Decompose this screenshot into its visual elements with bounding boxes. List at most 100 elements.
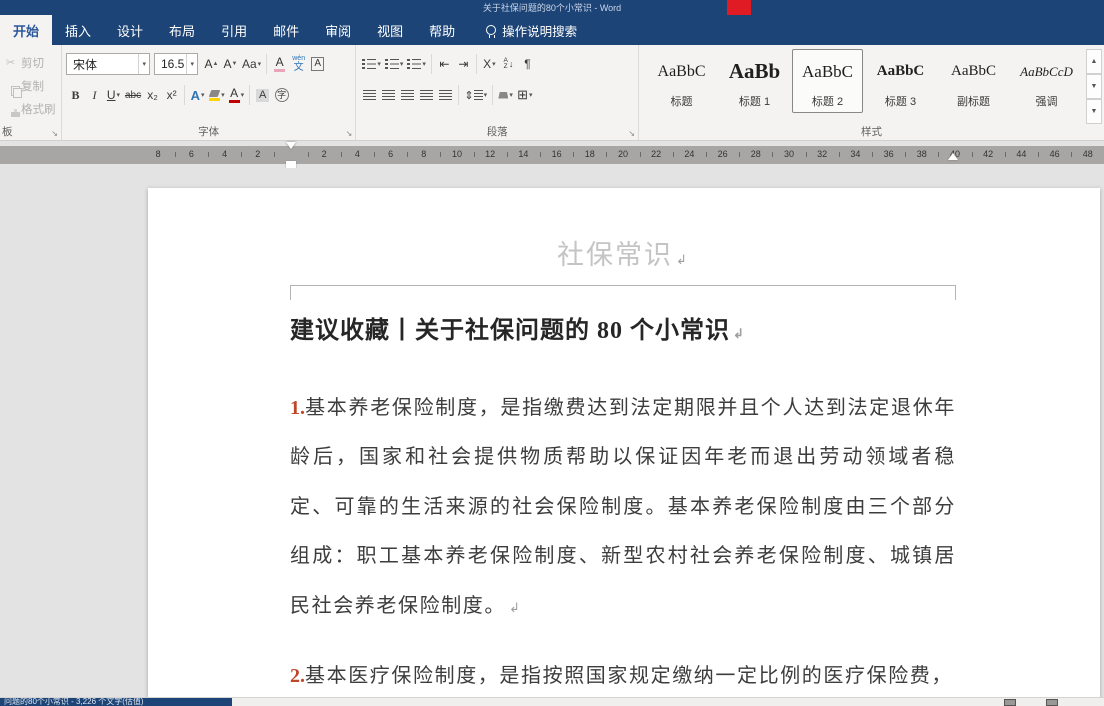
ruler-number: 8 bbox=[421, 149, 426, 159]
cut-label: 剪切 bbox=[21, 55, 44, 71]
font-size-combo[interactable]: 16.5 ▾ bbox=[154, 53, 198, 75]
chevron-down-icon: ▾ bbox=[138, 54, 149, 74]
document-canvas[interactable]: 社保常识↲ 建议收藏丨关于社保问题的 80 个小常识↲ 1.基本养老保险制度，是… bbox=[0, 168, 1104, 697]
body-paragraph: 2.基本医疗保险制度，是指按照国家规定缴纳一定比例的医疗保险费， bbox=[290, 652, 956, 697]
change-case-icon: Aa bbox=[242, 57, 257, 71]
borders-button[interactable]: ⊞▾ bbox=[515, 84, 534, 106]
tell-me-search[interactable]: 操作说明搜索 bbox=[486, 15, 577, 45]
tab-开始[interactable]: 开始 bbox=[0, 15, 52, 45]
gallery-up-button[interactable]: ▲ bbox=[1086, 49, 1102, 74]
italic-button[interactable]: I bbox=[85, 84, 104, 106]
borders-icon: ⊞ bbox=[517, 87, 528, 103]
style-label: 标题 2 bbox=[812, 93, 843, 109]
highlight-color-button[interactable]: ▾ bbox=[207, 84, 227, 106]
underline-button[interactable]: U▾ bbox=[104, 84, 123, 106]
tab-布局[interactable]: 布局 bbox=[156, 15, 208, 45]
divider bbox=[476, 54, 477, 74]
view-mode-button[interactable] bbox=[1046, 699, 1058, 706]
tab-邮件[interactable]: 邮件 bbox=[260, 15, 312, 45]
character-border-icon: A bbox=[311, 57, 324, 71]
ruler-tick bbox=[374, 152, 375, 157]
ruler-number: 2 bbox=[255, 149, 260, 159]
phonetic-guide-button[interactable]: wén 文 bbox=[289, 53, 308, 75]
align-center-button[interactable] bbox=[379, 84, 398, 106]
copy-button[interactable]: 复制 bbox=[4, 74, 57, 97]
ruler-tick bbox=[507, 152, 508, 157]
page[interactable]: 社保常识↲ 建议收藏丨关于社保问题的 80 个小常识↲ 1.基本养老保险制度，是… bbox=[148, 188, 1100, 697]
tab-插入[interactable]: 插入 bbox=[52, 15, 104, 45]
style-item-subtitle[interactable]: AaBbC 副标题 bbox=[938, 49, 1009, 113]
first-line-indent-marker[interactable] bbox=[286, 142, 296, 149]
shrink-font-button[interactable]: A▼ bbox=[221, 53, 240, 75]
right-indent-marker[interactable] bbox=[948, 153, 958, 160]
increase-indent-button[interactable]: ⇥ bbox=[454, 53, 473, 75]
superscript-button[interactable]: x² bbox=[162, 84, 181, 106]
style-item-heading1[interactable]: AaBb 标题 1 bbox=[719, 49, 790, 113]
gallery-more-button[interactable]: ▼ bbox=[1086, 99, 1102, 124]
ruler-number: 24 bbox=[684, 149, 694, 159]
multilevel-list-button[interactable]: ▾ bbox=[405, 53, 428, 75]
shading-button[interactable]: ▾ bbox=[496, 84, 515, 106]
cut-button[interactable]: ✂ 剪切 bbox=[4, 51, 57, 74]
align-left-icon bbox=[363, 90, 376, 100]
multilevel-list-icon bbox=[407, 59, 421, 69]
titlebar-red-button[interactable] bbox=[727, 0, 751, 15]
sort-button[interactable]: AZ ↓ bbox=[499, 53, 518, 75]
tab-审阅[interactable]: 审阅 bbox=[312, 15, 364, 45]
underline-icon: U bbox=[107, 88, 116, 102]
font-size-value: 16.5 bbox=[161, 57, 184, 71]
text-effects-button[interactable]: A▾ bbox=[188, 84, 207, 106]
ruler-number: 44 bbox=[1016, 149, 1026, 159]
clear-formatting-button[interactable]: A bbox=[270, 53, 289, 75]
line-spacing-button[interactable]: ⇕ ▾ bbox=[462, 84, 489, 106]
grow-font-button[interactable]: A▲ bbox=[202, 53, 221, 75]
divider bbox=[184, 85, 185, 105]
ruler-tick bbox=[806, 152, 807, 157]
change-case-button[interactable]: Aa▾ bbox=[240, 53, 263, 75]
strikethrough-button[interactable]: abc bbox=[123, 84, 143, 106]
style-item-emphasis[interactable]: AaBbCcD 强调 bbox=[1011, 49, 1082, 113]
align-right-button[interactable] bbox=[398, 84, 417, 106]
font-name-combo[interactable]: 宋体 ▾ bbox=[66, 53, 150, 75]
enclose-characters-button[interactable]: 字 bbox=[272, 84, 291, 106]
ruler-number: 32 bbox=[817, 149, 827, 159]
document-title: 社保常识↲ bbox=[290, 240, 956, 275]
align-left-button[interactable] bbox=[360, 84, 379, 106]
subscript-button[interactable]: x₂ bbox=[143, 84, 162, 106]
ruler-number: 36 bbox=[884, 149, 894, 159]
distribute-button[interactable] bbox=[436, 84, 455, 106]
bold-button[interactable]: B bbox=[66, 84, 85, 106]
dialog-launcher-icon[interactable]: ↘ bbox=[51, 129, 58, 138]
tab-设计[interactable]: 设计 bbox=[104, 15, 156, 45]
ruler-strip: 8642246810121416182022242628303234363840… bbox=[0, 146, 1104, 164]
character-border-button[interactable]: A bbox=[308, 53, 327, 75]
font-name-value: 宋体 bbox=[73, 56, 97, 73]
style-preview: AaBbC bbox=[951, 50, 996, 93]
ruler-tick bbox=[175, 152, 176, 157]
asian-layout-button[interactable]: X▾ bbox=[480, 53, 499, 75]
numbering-button[interactable]: ▾ bbox=[383, 53, 406, 75]
character-shading-button[interactable]: A bbox=[253, 84, 272, 106]
left-indent-marker[interactable] bbox=[286, 161, 296, 168]
ruler-number: 34 bbox=[850, 149, 860, 159]
bullets-button[interactable]: ▾ bbox=[360, 53, 383, 75]
style-item-heading2[interactable]: AaBbC 标题 2 bbox=[792, 49, 863, 113]
justify-button[interactable] bbox=[417, 84, 436, 106]
style-item-title[interactable]: AaBbC 标题 bbox=[646, 49, 717, 113]
gallery-down-button[interactable]: ▼ bbox=[1086, 74, 1102, 99]
font-color-button[interactable]: A▾ bbox=[227, 84, 247, 106]
style-item-heading3[interactable]: AaBbC 标题 3 bbox=[865, 49, 936, 113]
ruler-number: 42 bbox=[983, 149, 993, 159]
format-painter-button[interactable]: 格式刷 bbox=[4, 97, 57, 120]
ruler-tick bbox=[673, 152, 674, 157]
ruler: 8642246810121416182022242628303234363840… bbox=[0, 142, 1104, 168]
dialog-launcher-icon[interactable]: ↘ bbox=[628, 129, 635, 138]
decrease-indent-button[interactable]: ⇤ bbox=[435, 53, 454, 75]
tab-帮助[interactable]: 帮助 bbox=[416, 15, 468, 45]
dialog-launcher-icon[interactable]: ↘ bbox=[346, 129, 353, 138]
tab-引用[interactable]: 引用 bbox=[208, 15, 260, 45]
view-mode-button[interactable] bbox=[1004, 699, 1016, 706]
tab-视图[interactable]: 视图 bbox=[364, 15, 416, 45]
show-marks-button[interactable]: ¶ bbox=[518, 53, 537, 75]
ruler-number: 8 bbox=[156, 149, 161, 159]
